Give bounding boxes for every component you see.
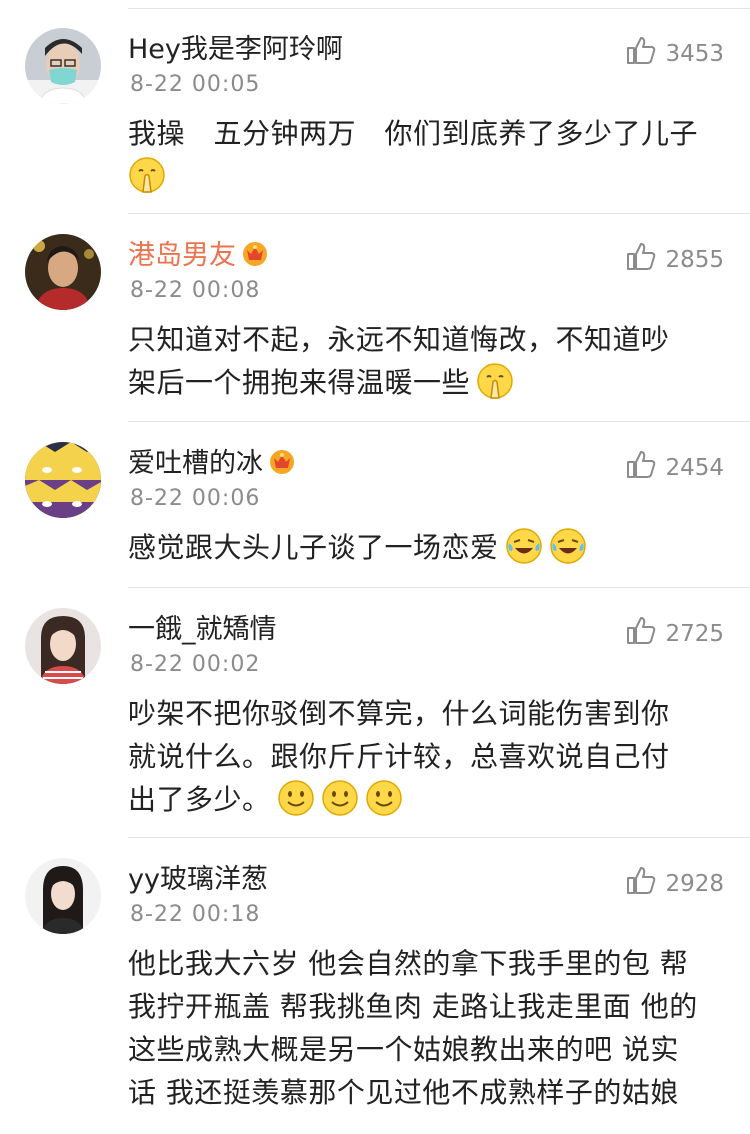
comment-line: 话 我还挺羡慕那个见过他不成熟样子的姑娘 bbox=[128, 1076, 679, 1109]
thumbs-up-icon bbox=[627, 37, 656, 64]
comment-item: yy玻璃洋葱 8-22 00:18 2928 他比我大六岁 他会自然的拿下我手里… bbox=[0, 838, 750, 1134]
username[interactable]: 一餓_就矯情 bbox=[128, 610, 277, 650]
comment-line: 只知道对不起，永远不知道悔改，不知道吵 bbox=[128, 323, 670, 356]
laughing-tears-emoji bbox=[505, 528, 542, 564]
like-count: 2454 bbox=[665, 455, 724, 481]
comment-line: 吵架不把你驳倒不算完，什么词能伤害到你 bbox=[128, 697, 670, 730]
praying-emoji bbox=[129, 157, 165, 193]
smile-emoji bbox=[365, 780, 402, 816]
like-button[interactable]: 2928 bbox=[625, 864, 724, 900]
comment-line: 我操 五分钟两万 你们到底养了多少了儿子 bbox=[128, 117, 699, 150]
avatar[interactable] bbox=[25, 442, 101, 518]
thumbs-up-icon bbox=[627, 867, 656, 894]
smile-emoji bbox=[321, 780, 358, 816]
comment-line: 我拧开瓶盖 帮我挑鱼肉 走路让我走里面 他的 bbox=[128, 990, 698, 1023]
comment-line: 他比我大六岁 他会自然的拿下我手里的包 帮 bbox=[128, 947, 689, 980]
timestamp: 8-22 00:08 bbox=[130, 278, 261, 303]
comment-text: 他比我大六岁 他会自然的拿下我手里的包 帮 我拧开瓶盖 帮我挑鱼肉 走路让我走里… bbox=[128, 942, 728, 1114]
comment-text: 我操 五分钟两万 你们到底养了多少了儿子 bbox=[128, 112, 728, 198]
comment-text: 只知道对不起，永远不知道悔改，不知道吵 架后一个拥抱来得温暖一些 bbox=[128, 318, 728, 404]
like-count: 2855 bbox=[665, 247, 724, 273]
avatar[interactable] bbox=[25, 234, 101, 310]
thumbs-up-icon bbox=[627, 617, 656, 644]
username[interactable]: 爱吐槽的冰 bbox=[128, 444, 297, 484]
timestamp: 8-22 00:02 bbox=[130, 652, 261, 677]
like-count: 3453 bbox=[665, 41, 724, 67]
thumbs-up-icon bbox=[627, 451, 656, 478]
comment-item: 爱吐槽的冰 8-22 00:06 2454 感觉跟大头儿子谈了一场恋爱 bbox=[0, 422, 750, 588]
username[interactable]: 港岛男友 bbox=[128, 236, 270, 276]
username[interactable]: yy玻璃洋葱 bbox=[128, 860, 268, 900]
comment-item: 一餓_就矯情 8-22 00:02 2725 吵架不把你驳倒不算完，什么词能伤害… bbox=[0, 588, 750, 838]
avatar[interactable] bbox=[25, 608, 101, 684]
like-button[interactable]: 2855 bbox=[625, 240, 724, 276]
praying-emoji bbox=[477, 363, 513, 399]
vip-crown-badge-icon bbox=[270, 450, 294, 474]
thumbs-up-icon bbox=[627, 243, 656, 270]
comment-item: Hey我是李阿玲啊 8-22 00:05 3453 我操 五分钟两万 你们到底养… bbox=[0, 8, 750, 214]
like-count: 2928 bbox=[665, 871, 724, 897]
avatar[interactable] bbox=[25, 858, 101, 934]
comment-line: 就说什么。跟你斤斤计较，总喜欢说自己付 bbox=[128, 740, 670, 773]
comment-item: 港岛男友 8-22 00:08 2855 只知道对不起，永远不知道悔改，不知道吵… bbox=[0, 214, 750, 422]
vip-crown-badge-icon bbox=[243, 242, 267, 266]
like-button[interactable]: 2454 bbox=[625, 448, 724, 484]
comment-line: 感觉跟大头儿子谈了一场恋爱 bbox=[128, 531, 499, 564]
comment-line: 出了多少。 bbox=[128, 783, 271, 816]
comment-list: Hey我是李阿玲啊 8-22 00:05 3453 我操 五分钟两万 你们到底养… bbox=[0, 0, 750, 1134]
timestamp: 8-22 00:05 bbox=[130, 72, 261, 97]
username[interactable]: Hey我是李阿玲啊 bbox=[128, 30, 343, 70]
comment-line: 这些成熟大概是另一个姑娘教出来的吧 说实 bbox=[128, 1033, 679, 1066]
comment-line: 架后一个拥抱来得温暖一些 bbox=[128, 366, 471, 399]
smile-emoji bbox=[277, 780, 314, 816]
avatar[interactable] bbox=[25, 28, 101, 104]
like-button[interactable]: 3453 bbox=[625, 34, 724, 70]
laughing-tears-emoji bbox=[549, 528, 586, 564]
like-button[interactable]: 2725 bbox=[625, 614, 724, 650]
comment-text: 感觉跟大头儿子谈了一场恋爱 bbox=[128, 526, 728, 569]
comment-text: 吵架不把你驳倒不算完，什么词能伤害到你 就说什么。跟你斤斤计较，总喜欢说自己付 … bbox=[128, 692, 728, 821]
like-count: 2725 bbox=[665, 621, 724, 647]
timestamp: 8-22 00:06 bbox=[130, 486, 261, 511]
timestamp: 8-22 00:18 bbox=[130, 902, 261, 927]
